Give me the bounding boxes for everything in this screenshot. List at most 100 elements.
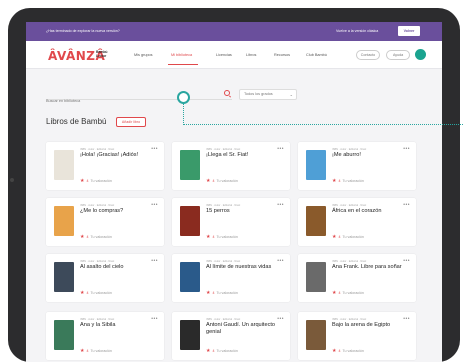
book-card[interactable]: ISBN · Autor · Editorial · Nivel ••• 15 pe…: [172, 198, 290, 246]
book-card[interactable]: ISBN · Autor · Editorial · Nivel ••• Al as…: [46, 254, 164, 302]
book-meta: ISBN · Autor · Editorial · Nivel: [80, 260, 115, 263]
book-title[interactable]: Ana Frank. Libre para soñar: [332, 264, 412, 271]
book-card[interactable]: ISBN · Autor · Editorial · Nivel ••• ¡Lleg…: [172, 142, 290, 190]
rating-value: 4: [338, 349, 341, 353]
book-rating[interactable]: ★ 4 Tu valoración: [80, 290, 112, 296]
rating-value: 4: [212, 235, 215, 239]
rating-label: Tu valoración: [90, 235, 112, 239]
add-book-button[interactable]: Añadir libro: [116, 117, 146, 127]
nav-item-library[interactable]: Mi biblioteca: [171, 53, 192, 57]
book-cover[interactable]: [180, 262, 200, 292]
book-rating[interactable]: ★ 4 Tu valoración: [80, 348, 112, 354]
book-card[interactable]: ISBN · Autor · Editorial · Nivel ••• Áfric…: [298, 198, 416, 246]
book-cover[interactable]: [180, 150, 200, 180]
rating-value: 4: [338, 291, 341, 295]
star-icon: ★: [332, 290, 337, 296]
book-rating[interactable]: ★ 4 Tu valoración: [332, 348, 364, 354]
announcement-banner: ¿Has terminado de explorar la nueva vers…: [26, 22, 442, 41]
avatar[interactable]: [415, 49, 426, 60]
star-icon: ★: [80, 290, 85, 296]
nav-item-licenses[interactable]: Licencias: [216, 53, 232, 57]
rating-label: Tu valoración: [90, 349, 112, 353]
star-icon: ★: [206, 234, 211, 240]
search-icon[interactable]: [224, 90, 230, 96]
book-title[interactable]: ¡Me aburro!: [332, 152, 412, 159]
book-cover[interactable]: [54, 150, 74, 180]
banner-text: ¿Has terminado de explorar la nueva vers…: [46, 29, 120, 33]
star-icon: ★: [206, 178, 211, 184]
rating-value: 4: [86, 291, 89, 295]
book-title[interactable]: 15 perros: [206, 208, 286, 215]
book-card[interactable]: ISBN · Autor · Editorial · Nivel ••• ¿Me l…: [46, 198, 164, 246]
rating-value: 4: [338, 179, 341, 183]
chevron-down-icon: ⌄: [289, 92, 293, 97]
contact-button[interactable]: Contacto: [356, 50, 380, 60]
rating-label: Tu valoración: [216, 349, 238, 353]
book-card[interactable]: ISBN · Autor · Editorial · Nivel ••• Bajo …: [298, 312, 416, 360]
book-cover[interactable]: [306, 320, 326, 350]
book-meta: ISBN · Autor · Editorial · Nivel: [80, 148, 115, 151]
book-title[interactable]: Antoni Gaudí. Un arquitecto genial: [206, 322, 286, 335]
book-title[interactable]: Al asalto del cielo: [80, 264, 160, 271]
grade-filter[interactable]: Todos los grados ⌄: [239, 89, 297, 100]
rating-label: Tu valoración: [342, 291, 364, 295]
section-title: Libros de Bambú: [46, 117, 107, 126]
book-title[interactable]: ¿Me lo compras?: [80, 208, 160, 215]
book-cover[interactable]: [306, 150, 326, 180]
rating-value: 4: [86, 349, 89, 353]
book-card[interactable]: ISBN · Autor · Editorial · Nivel ••• Anton…: [172, 312, 290, 360]
book-cover[interactable]: [306, 206, 326, 236]
book-card[interactable]: ISBN · Autor · Editorial · Nivel ••• ¡Hola…: [46, 142, 164, 190]
book-rating[interactable]: ★ 4 Tu valoración: [80, 234, 112, 240]
star-icon: ★: [206, 348, 211, 354]
book-rating[interactable]: ★ 4 Tu valoración: [332, 234, 364, 240]
book-cover[interactable]: [180, 206, 200, 236]
logo-subtitle: Bambú Lector: [96, 50, 108, 58]
book-cover[interactable]: [54, 262, 74, 292]
rating-value: 4: [86, 179, 89, 183]
book-card[interactable]: ISBN · Autor · Editorial · Nivel ••• ¡Me a…: [298, 142, 416, 190]
book-rating[interactable]: ★ 4 Tu valoración: [206, 178, 238, 184]
book-rating[interactable]: ★ 4 Tu valoración: [332, 290, 364, 296]
book-meta: ISBN · Autor · Editorial · Nivel: [332, 204, 367, 207]
book-meta: ISBN · Autor · Editorial · Nivel: [80, 204, 115, 207]
book-title[interactable]: ¡Hola! ¡Gracias! ¡Adiós!: [80, 152, 160, 159]
star-icon: ★: [80, 348, 85, 354]
book-title[interactable]: Bajo la arena de Egipto: [332, 322, 412, 329]
book-meta: ISBN · Autor · Editorial · Nivel: [80, 318, 115, 321]
banner-back-button[interactable]: Volver: [398, 26, 420, 36]
rating-label: Tu valoración: [216, 235, 238, 239]
book-card[interactable]: ISBN · Autor · Editorial · Nivel ••• Al lí…: [172, 254, 290, 302]
book-rating[interactable]: ★ 4 Tu valoración: [206, 290, 238, 296]
book-cover[interactable]: [180, 320, 200, 350]
book-rating[interactable]: ★ 4 Tu valoración: [332, 178, 364, 184]
rating-value: 4: [338, 235, 341, 239]
rating-label: Tu valoración: [342, 349, 364, 353]
nav-item-resources[interactable]: Recursos: [274, 53, 290, 57]
active-tab-indicator: [168, 64, 198, 65]
book-rating[interactable]: ★ 4 Tu valoración: [80, 178, 112, 184]
book-title[interactable]: Al límite de nuestras vidas: [206, 264, 286, 271]
book-meta: ISBN · Autor · Editorial · Nivel: [206, 148, 241, 151]
nav-item-club[interactable]: Club Bambú: [306, 53, 327, 57]
book-rating[interactable]: ★ 4 Tu valoración: [206, 234, 238, 240]
book-cover[interactable]: [306, 262, 326, 292]
book-meta: ISBN · Autor · Editorial · Nivel: [206, 204, 241, 207]
nav-item-books[interactable]: Libros: [246, 53, 256, 57]
book-card[interactable]: ISBN · Autor · Editorial · Nivel ••• Ana y…: [46, 312, 164, 360]
book-cover[interactable]: [54, 320, 74, 350]
book-meta: ISBN · Autor · Editorial · Nivel: [332, 260, 367, 263]
help-button[interactable]: Ayuda: [386, 50, 410, 60]
book-card[interactable]: ISBN · Autor · Editorial · Nivel ••• Ana F…: [298, 254, 416, 302]
book-title[interactable]: Ana y la Sibila: [80, 322, 160, 329]
book-meta: ISBN · Autor · Editorial · Nivel: [206, 318, 241, 321]
search-box: [46, 89, 232, 106]
book-title[interactable]: África en el corazón: [332, 208, 412, 215]
nav-item-groups[interactable]: Mis grupos: [134, 53, 153, 57]
tour-hotspot[interactable]: [177, 91, 190, 104]
book-title[interactable]: ¡Llega el Sr. Fiat!: [206, 152, 286, 159]
book-cover[interactable]: [54, 206, 74, 236]
classic-version-link[interactable]: Vuelve a la versión clásica: [336, 29, 378, 33]
rating-value: 4: [212, 349, 215, 353]
book-rating[interactable]: ★ 4 Tu valoración: [206, 348, 238, 354]
